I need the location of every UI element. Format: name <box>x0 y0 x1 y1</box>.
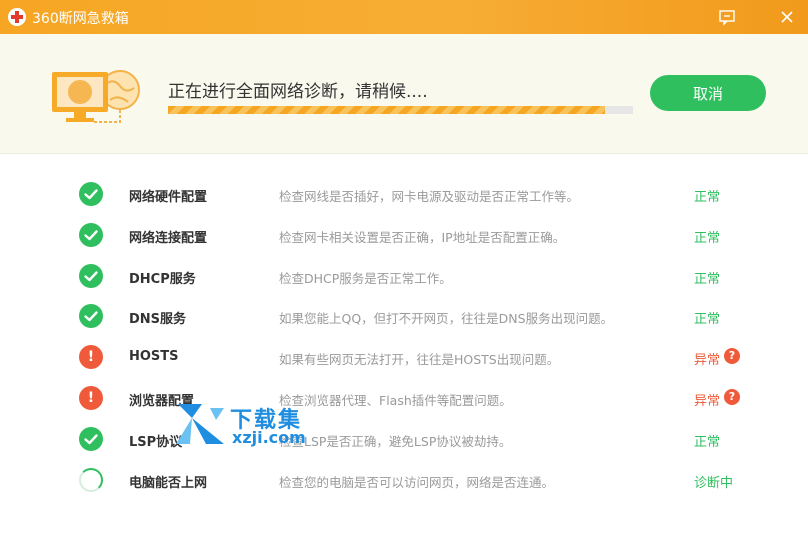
check-name: DNS服务 <box>129 312 187 328</box>
check-row: DHCP服务 检查DHCP服务是否正常工作。 正常 <box>0 256 808 296</box>
check-mark-icon <box>79 263 103 288</box>
diagnosis-header: 正在进行全面网络诊断，请稍候.... 取消 <box>0 34 808 154</box>
help-question-icon[interactable]: ? <box>724 348 740 365</box>
check-row: DNS服务 如果您能上QQ，但打不开网页，往往是DNS服务出现问题。 正常 <box>0 296 808 336</box>
watermark-logo-icon <box>176 404 224 444</box>
monitor-globe-icon <box>48 64 143 126</box>
check-result: 正常 <box>694 434 721 450</box>
check-name: HOSTS <box>129 349 179 365</box>
check-name: 网络连接配置 <box>129 230 208 246</box>
loading-spinner-icon <box>79 467 103 492</box>
check-description: 检查网卡相关设置是否正确，IP地址是否配置正确。 <box>279 229 566 245</box>
check-description: 如果您能上QQ，但打不开网页，往往是DNS服务出现问题。 <box>279 311 614 327</box>
check-row: 网络硬件配置 检查网线是否插好，网卡电源及驱动是否正常工作等。 正常 <box>0 174 808 214</box>
check-description: 检查您的电脑是否可以访问网页，网络是否连通。 <box>279 474 555 490</box>
watermark: 下载集 xzji.com <box>172 400 322 450</box>
progress-bar <box>168 106 633 114</box>
help-question-icon[interactable]: ? <box>724 389 740 405</box>
check-description: 如果有些网页无法打开，往往是HOSTS出现问题。 <box>279 352 560 368</box>
check-description: 检查网线是否插好，网卡电源及驱动是否正常工作等。 <box>279 189 580 204</box>
check-row: 网络连接配置 检查网卡相关设置是否正确，IP地址是否配置正确。 正常 <box>0 215 808 255</box>
check-mark-icon <box>79 182 103 206</box>
window-title: 360断网急救箱 <box>32 11 129 27</box>
exclamation-icon: ! <box>79 345 103 370</box>
check-mark-icon <box>79 222 103 247</box>
check-result: 正常 <box>694 190 721 205</box>
check-name: 网络硬件配置 <box>129 190 208 205</box>
check-mark-icon <box>79 426 103 451</box>
check-result: 诊断中 <box>694 475 734 491</box>
check-result: 正常 <box>694 271 721 287</box>
check-row: 电脑能否上网 检查您的电脑是否可以访问网页，网络是否连通。 诊断中 <box>0 460 808 500</box>
check-mark-icon <box>79 304 103 329</box>
check-name: 电脑能否上网 <box>129 475 208 491</box>
title-bar: 360断网急救箱 <box>0 0 808 34</box>
feedback-icon[interactable] <box>717 7 737 27</box>
red-cross-logo-icon <box>8 8 26 26</box>
close-icon[interactable] <box>777 7 797 27</box>
cancel-button[interactable]: 取消 <box>650 75 766 111</box>
status-text: 正在进行全面网络诊断，请稍候.... <box>168 82 428 102</box>
check-result: 正常 <box>694 230 721 246</box>
check-row: LSP协议 检查LSP是否正确，避免LSP协议被劫持。 正常 <box>0 419 808 459</box>
exclamation-icon: ! <box>79 386 103 410</box>
check-result: 正常 <box>694 312 721 328</box>
check-name: DHCP服务 <box>129 271 196 287</box>
check-result: 异常 <box>694 394 721 409</box>
progress-fill <box>168 106 606 114</box>
check-description: 检查DHCP服务是否正常工作。 <box>279 270 452 286</box>
check-result: 异常 <box>694 353 721 369</box>
check-row: ! HOSTS 如果有些网页无法打开，往往是HOSTS出现问题。 异常? <box>0 337 808 377</box>
watermark-url: xzji.com <box>232 428 306 447</box>
check-row: ! 浏览器配置 检查浏览器代理、Flash插件等配置问题。 异常? <box>0 378 808 418</box>
